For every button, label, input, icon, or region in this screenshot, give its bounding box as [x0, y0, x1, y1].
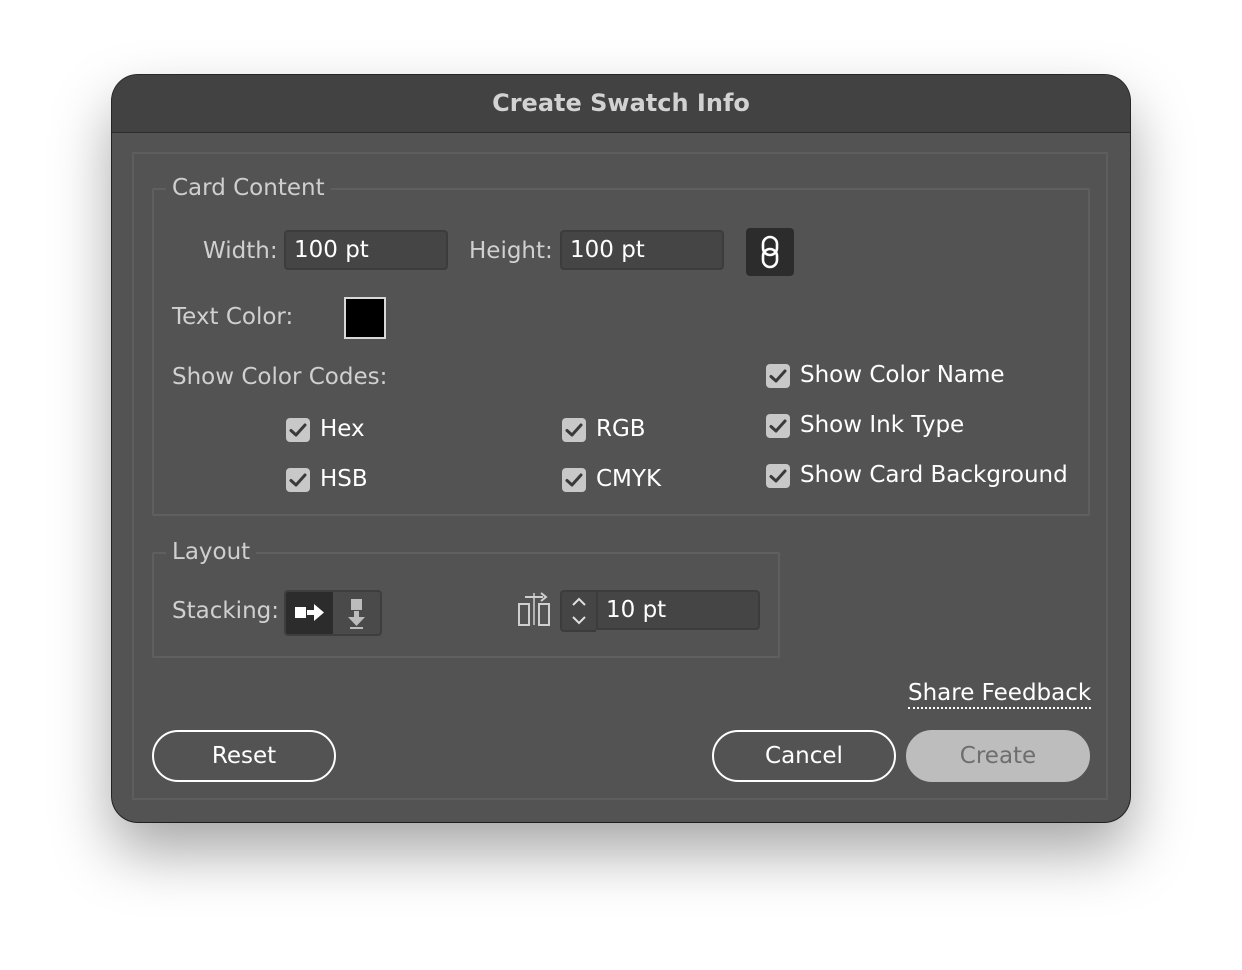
- show-card-background-label[interactable]: Show Card Background: [800, 462, 1068, 488]
- stack-horizontal-icon: [295, 604, 324, 621]
- stack-vertical-button[interactable]: [333, 592, 380, 634]
- spacing-stepper[interactable]: [560, 590, 596, 632]
- checkmark-icon: [565, 423, 583, 437]
- title-bar[interactable]: Create Swatch Info: [112, 75, 1130, 133]
- stepper-up-down-icon: [572, 597, 586, 625]
- height-label: Height:: [469, 238, 553, 264]
- checkmark-icon: [565, 473, 583, 487]
- share-feedback-link[interactable]: Share Feedback: [908, 679, 1092, 709]
- cmyk-checkbox[interactable]: [562, 468, 586, 492]
- card-content-legend: Card Content: [166, 175, 331, 201]
- rgb-checkbox[interactable]: [562, 418, 586, 442]
- checkmark-icon: [769, 419, 787, 433]
- hsb-label[interactable]: HSB: [320, 466, 368, 492]
- show-ink-type-checkbox[interactable]: [766, 414, 790, 438]
- text-color-label: Text Color:: [172, 304, 294, 330]
- stacking-label: Stacking:: [172, 598, 279, 624]
- spacing-icon: [518, 592, 550, 626]
- layout-legend: Layout: [166, 539, 257, 565]
- show-ink-type-label[interactable]: Show Ink Type: [800, 412, 964, 438]
- width-label: Width:: [203, 238, 278, 264]
- stack-horizontal-button[interactable]: [286, 592, 333, 634]
- cancel-button[interactable]: Cancel: [712, 730, 896, 782]
- show-color-name-label[interactable]: Show Color Name: [800, 362, 1005, 388]
- show-color-codes-label: Show Color Codes:: [172, 364, 388, 390]
- show-color-name-checkbox[interactable]: [766, 364, 790, 388]
- width-input[interactable]: [284, 230, 448, 270]
- link-icon: [761, 235, 779, 269]
- rgb-label[interactable]: RGB: [596, 416, 646, 442]
- dialog-title: Create Swatch Info: [492, 89, 750, 117]
- checkmark-icon: [769, 369, 787, 383]
- height-input[interactable]: [560, 230, 724, 270]
- constrain-proportions-button[interactable]: [746, 228, 794, 276]
- create-swatch-info-dialog: Create Swatch Info Card Content Width: H…: [112, 75, 1130, 822]
- hsb-checkbox[interactable]: [286, 468, 310, 492]
- show-card-background-checkbox[interactable]: [766, 464, 790, 488]
- checkmark-icon: [289, 473, 307, 487]
- hex-checkbox[interactable]: [286, 418, 310, 442]
- checkmark-icon: [289, 423, 307, 437]
- cmyk-label[interactable]: CMYK: [596, 466, 661, 492]
- spacing-input[interactable]: [596, 590, 760, 630]
- create-button[interactable]: Create: [906, 730, 1090, 782]
- stack-vertical-icon: [348, 599, 365, 629]
- stacking-toggle: [284, 590, 382, 636]
- text-color-swatch[interactable]: [344, 297, 386, 339]
- checkmark-icon: [769, 469, 787, 483]
- hex-label[interactable]: Hex: [320, 416, 365, 442]
- reset-button[interactable]: Reset: [152, 730, 336, 782]
